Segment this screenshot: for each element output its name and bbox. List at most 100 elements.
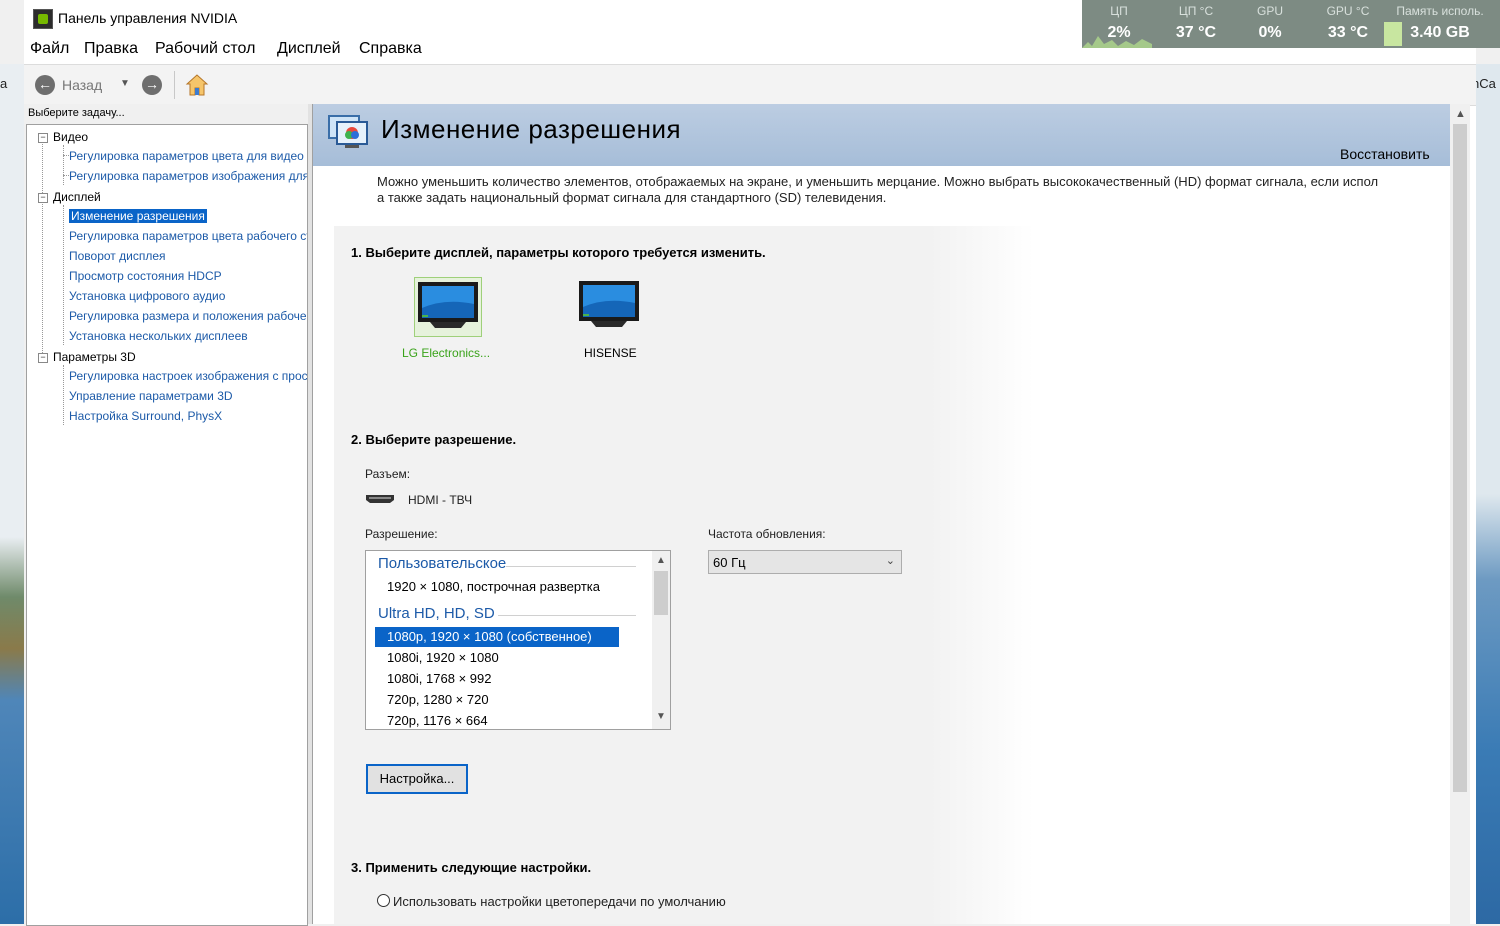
settings-panel: 1. Выберите дисплей, параметры которого … (334, 226, 1034, 924)
res-item-1080p-native[interactable]: 1080p, 1920 × 1080 (собственное) (375, 627, 619, 647)
nvidia-control-panel-window: Панель управления NVIDIA Файл Правка Раб… (24, 0, 1476, 926)
menu-file[interactable]: Файл (30, 40, 69, 58)
task-hdcp-status[interactable]: Просмотр состояния HDCP (69, 269, 222, 283)
task-desktop-color[interactable]: Регулировка параметров цвета рабочего ст… (69, 229, 307, 243)
group-divider (498, 615, 636, 616)
menu-edit[interactable]: Правка (84, 40, 138, 58)
cpu-usage-label: ЦП (1110, 4, 1128, 18)
step-2-heading: 2. Выберите разрешение. (351, 432, 517, 447)
memory-usage: Память исполь. 3.40 GB (1384, 4, 1496, 42)
scroll-up-icon[interactable]: ▲ (1455, 108, 1466, 120)
connector-label: Разъем: (365, 467, 411, 481)
res-group-hd: Ultra HD, HD, SD (378, 605, 495, 622)
back-arrow-icon[interactable]: ← (35, 75, 55, 95)
gpu-temp-label: GPU °C (1326, 4, 1370, 18)
gpu-usage: GPU 0% (1250, 4, 1290, 42)
memory-usage-label: Память исполь. (1396, 4, 1484, 18)
monitor-icon (579, 281, 639, 327)
task-manage-3d[interactable]: Управление параметрами 3D (69, 389, 233, 403)
tree-line (63, 205, 64, 345)
window-title: Панель управления NVIDIA (58, 10, 238, 26)
menu-display[interactable]: Дисплей (277, 40, 341, 58)
back-history-dropdown-icon[interactable]: ▼ (120, 78, 130, 89)
task-rotate-display[interactable]: Поворот дисплея (69, 249, 166, 263)
res-item-custom-1080[interactable]: 1920 × 1080, построчная развертка (375, 577, 619, 597)
scroll-thumb[interactable] (1453, 124, 1467, 792)
task-digital-audio[interactable]: Установка цифрового аудио (69, 289, 225, 303)
gpu-usage-value: 0% (1258, 24, 1282, 41)
collapse-3d-icon[interactable]: − (38, 353, 48, 363)
task-surround-physx[interactable]: Настройка Surround, PhysX (69, 409, 222, 423)
customize-button[interactable]: Настройка... (366, 764, 468, 794)
task-desktop-size[interactable]: Регулировка размера и положения рабочего… (69, 309, 307, 323)
resolution-list[interactable]: Пользовательское 1920 × 1080, построчная… (365, 550, 671, 730)
monitor-icon (418, 282, 478, 328)
resolution-label: Разрешение: (365, 527, 438, 541)
menu-desktop[interactable]: Рабочий стол (155, 40, 255, 58)
display-lg-selected[interactable] (414, 277, 482, 337)
tree-group-3d[interactable]: Параметры 3D (53, 350, 136, 364)
res-item-1080i-1920[interactable]: 1080i, 1920 × 1080 (375, 648, 619, 668)
tree-group-display[interactable]: Дисплей (53, 190, 101, 204)
forward-arrow-icon[interactable]: → (142, 75, 162, 95)
task-change-resolution[interactable]: Изменение разрешения (69, 209, 207, 223)
toolbar: ← Назад ▼ → (24, 64, 1476, 106)
cpu-usage: ЦП 2% (1104, 4, 1134, 42)
restore-link[interactable]: Восстановить (1340, 146, 1430, 162)
step-1-heading: 1. Выберите дисплей, параметры которого … (351, 245, 766, 260)
collapse-display-icon[interactable]: − (38, 193, 48, 203)
collapse-video-icon[interactable]: − (38, 133, 48, 143)
desktop-text-left: a (0, 76, 8, 91)
gpu-temp-value: 33 °C (1327, 24, 1369, 41)
tree-line (63, 145, 64, 185)
display-hisense-label[interactable]: HISENSE (584, 346, 637, 360)
menu-help[interactable]: Справка (359, 40, 422, 58)
tree-group-video[interactable]: Видео (53, 130, 88, 144)
tree-line (42, 141, 43, 357)
system-monitor-overlay: ЦП 2% ЦП °C 37 °C GPU 0% GPU °C 33 °C Па… (1082, 0, 1500, 48)
scroll-thumb[interactable] (654, 571, 668, 615)
back-button-label[interactable]: Назад (62, 77, 102, 93)
cpu-usage-value: 2% (1107, 24, 1131, 41)
description-line-1: Можно уменьшить количество элементов, от… (377, 174, 1379, 189)
res-item-720p-1176[interactable]: 720p, 1176 × 664 (375, 711, 619, 729)
radio-default-color-label[interactable]: Использовать настройки цветопередачи по … (393, 894, 726, 909)
task-multiple-displays[interactable]: Установка нескольких дисплеев (69, 329, 248, 343)
scroll-up-icon[interactable]: ▲ (656, 555, 666, 566)
toolbar-separator (174, 71, 175, 99)
task-3d-preview[interactable]: Регулировка настроек изображения с просм… (69, 369, 307, 383)
display-hisense[interactable] (576, 277, 642, 335)
refresh-rate-dropdown[interactable]: 60 Гц ⌄ (708, 550, 902, 574)
res-item-720p-1280[interactable]: 720p, 1280 × 720 (375, 690, 619, 710)
scroll-down-icon[interactable]: ▼ (656, 711, 666, 722)
display-lg-label[interactable]: LG Electronics... (402, 346, 490, 360)
task-tree: − Видео Регулировка параметров цвета для… (26, 124, 308, 926)
res-item-1080i-1768[interactable]: 1080i, 1768 × 992 (375, 669, 619, 689)
task-pane-label: Выберите задачу... (28, 107, 125, 119)
resolution-list-scrollbar[interactable]: ▲ ▼ (652, 551, 670, 729)
cpu-temp-value: 37 °C (1175, 24, 1217, 41)
res-group-custom: Пользовательское (378, 555, 507, 572)
page-title: Изменение разрешения (381, 114, 682, 144)
refresh-rate-label: Частота обновления: (708, 527, 826, 541)
task-video-color[interactable]: Регулировка параметров цвета для видео (69, 149, 304, 163)
home-icon[interactable] (185, 73, 209, 97)
radio-default-color[interactable] (377, 894, 390, 907)
group-divider (506, 566, 636, 567)
page-header: Изменение разрешения Восстановить (313, 104, 1451, 166)
tree-line (63, 365, 64, 425)
task-video-image[interactable]: Регулировка параметров изображения для в… (69, 169, 307, 183)
change-resolution-icon (328, 115, 368, 148)
description-line-2: а также задать национальный формат сигна… (377, 190, 887, 205)
nvidia-app-icon (33, 9, 53, 29)
gpu-temp: GPU °C 33 °C (1318, 4, 1378, 42)
memory-usage-value: 3.40 GB (1410, 24, 1470, 41)
chevron-down-icon: ⌄ (885, 555, 895, 567)
cpu-temp-label: ЦП °C (1178, 4, 1214, 18)
main-scrollbar[interactable]: ▲ (1450, 104, 1470, 924)
main-pane: Изменение разрешения Восстановить Можно … (312, 104, 1451, 924)
gpu-usage-label: GPU (1256, 4, 1283, 18)
refresh-rate-value: 60 Гц (713, 555, 746, 570)
connector-value: HDMI - ТВЧ (408, 493, 473, 507)
desktop-background-left (0, 64, 24, 924)
